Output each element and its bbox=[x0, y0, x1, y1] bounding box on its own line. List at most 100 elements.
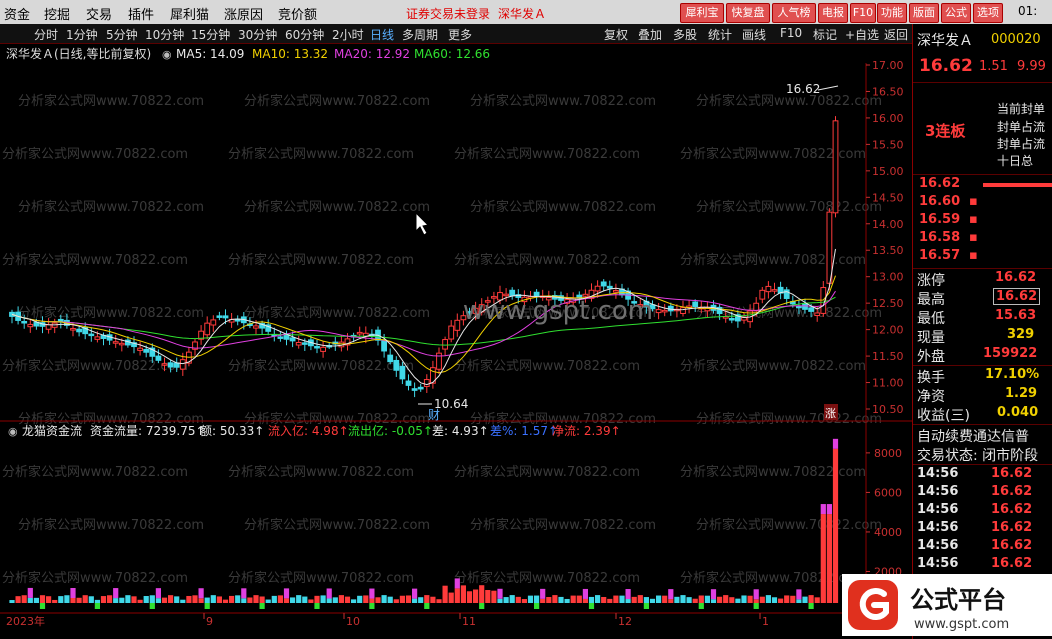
period-60min[interactable]: 60分钟 bbox=[285, 26, 324, 43]
mark-button[interactable]: 标记 bbox=[813, 26, 837, 43]
statistics-button[interactable]: 统计 bbox=[708, 26, 732, 43]
flow-bar-neg bbox=[259, 603, 265, 609]
sub-collapse-icon: ◉ bbox=[8, 425, 18, 438]
draw-line-button[interactable]: 画线 bbox=[742, 26, 766, 43]
flow-bar-neg bbox=[808, 603, 814, 609]
f10-top-button[interactable]: F10 bbox=[850, 3, 876, 23]
info-line-2: 封单占流 bbox=[997, 120, 1046, 134]
watermark-text: 分析家公式网www.70822.com bbox=[470, 199, 656, 215]
flow-bar bbox=[241, 598, 247, 603]
overlay-button[interactable]: 叠加 bbox=[638, 26, 662, 43]
options-button[interactable]: 选项 bbox=[973, 3, 1003, 23]
flow-bar bbox=[247, 597, 253, 603]
flow-bar-cap bbox=[820, 504, 826, 515]
period-15min[interactable]: 15分钟 bbox=[191, 26, 230, 43]
clock: 01: bbox=[1018, 4, 1038, 18]
candle-body bbox=[771, 289, 778, 292]
f10-button[interactable]: F10 bbox=[780, 26, 802, 40]
flow-bar bbox=[625, 599, 631, 603]
flow-tick-label: 4000 bbox=[874, 526, 902, 539]
watermark-text: 分析家公式网www.70822.com bbox=[228, 464, 414, 480]
flow-bar bbox=[662, 595, 668, 603]
flow-bar bbox=[430, 596, 436, 603]
flow-bar bbox=[814, 597, 820, 603]
flow-bar bbox=[796, 599, 802, 603]
candle-body bbox=[253, 325, 259, 329]
candle-body bbox=[179, 359, 186, 370]
flow-bar bbox=[637, 595, 643, 603]
order-vol: ▪ bbox=[969, 248, 978, 263]
flow-tick-label: 8000 bbox=[874, 447, 902, 460]
flow-bar bbox=[540, 598, 546, 603]
menu-mining[interactable]: 挖掘 bbox=[44, 4, 70, 23]
flow-bar bbox=[198, 598, 204, 603]
candle-body bbox=[832, 120, 839, 214]
menu-trade[interactable]: 交易 bbox=[86, 4, 112, 23]
period-10min[interactable]: 10分钟 bbox=[145, 26, 184, 43]
period-1min[interactable]: 1分钟 bbox=[66, 26, 98, 43]
formula-button[interactable]: 公式 bbox=[941, 3, 971, 23]
period-2hour[interactable]: 2小时 bbox=[332, 26, 364, 43]
kline-chart[interactable]: 分析家公式网www.70822.com 分析家公式网www.70822.com 分析… bbox=[0, 43, 912, 639]
watermark-text: 分析家公式网www.70822.com bbox=[470, 93, 656, 109]
flow-bar bbox=[497, 598, 503, 603]
flow-bar bbox=[46, 596, 52, 603]
net-flow-value: 净流: 2.39↑ bbox=[552, 424, 621, 438]
period-5min[interactable]: 5分钟 bbox=[106, 26, 138, 43]
telegraph-button[interactable]: 电报 bbox=[818, 3, 848, 23]
flow-bar bbox=[137, 599, 143, 603]
period-timeshare[interactable]: 分时 bbox=[34, 26, 58, 43]
flow-bar-neg bbox=[643, 603, 649, 609]
stat-value: 0.040 bbox=[997, 405, 1039, 420]
watermark-text: 分析家公式网www.70822.com bbox=[454, 146, 640, 162]
menu-funds[interactable]: 资金 bbox=[4, 4, 30, 23]
stat-value: 16.62 bbox=[993, 288, 1041, 305]
period-multi[interactable]: 多周期 bbox=[402, 26, 438, 43]
inflow-value: 流入亿: 4.98↑ bbox=[268, 423, 349, 438]
candle-body bbox=[613, 290, 619, 293]
stock-name: 深华发Ａ bbox=[917, 33, 973, 49]
quick-review-button[interactable]: 快复盘 bbox=[726, 3, 770, 23]
period-daily[interactable]: 日线 bbox=[370, 26, 394, 43]
flow-bar bbox=[161, 597, 168, 603]
flow-bar bbox=[832, 448, 839, 603]
price-tick-label: 13.00 bbox=[872, 271, 904, 284]
tick-time: 14:56 bbox=[917, 466, 959, 481]
candle-body bbox=[600, 281, 607, 287]
multi-stock-button[interactable]: 多股 bbox=[673, 26, 697, 43]
function-button[interactable]: 功能 bbox=[877, 3, 907, 23]
candle-body bbox=[222, 315, 229, 319]
flow-bar bbox=[424, 595, 430, 603]
flow-bar bbox=[802, 596, 808, 603]
price-pct: 9.99 bbox=[1017, 59, 1046, 74]
menu-auction[interactable]: 竞价额 bbox=[278, 4, 317, 23]
popularity-button[interactable]: 人气榜 bbox=[772, 3, 816, 23]
flow-bar bbox=[33, 597, 39, 603]
menu-plugins[interactable]: 插件 bbox=[128, 4, 154, 23]
flow-bar bbox=[710, 599, 717, 603]
trade-login-notice[interactable]: 证券交易未登录 bbox=[406, 5, 490, 22]
candle-body bbox=[606, 285, 613, 289]
period-30min[interactable]: 30分钟 bbox=[238, 26, 277, 43]
layout-button[interactable]: 版面 bbox=[909, 3, 939, 23]
flow-bar bbox=[418, 597, 424, 603]
menu-xilimao[interactable]: 犀利猫 bbox=[170, 4, 209, 23]
candle-body bbox=[70, 328, 76, 331]
back-button[interactable]: 返回 bbox=[884, 26, 908, 43]
flow-bar bbox=[265, 599, 271, 603]
time-label-year: 2023年 bbox=[6, 614, 45, 628]
auto-renew-notice[interactable]: 自动续费通达信普 bbox=[917, 426, 1029, 446]
flow-bar-cap bbox=[283, 588, 290, 599]
xilibao-button[interactable]: 犀利宝 bbox=[680, 3, 724, 23]
price-tick-label: 17.00 bbox=[872, 59, 904, 72]
order-price: 16.60 bbox=[919, 194, 961, 209]
flow-bar bbox=[405, 595, 412, 603]
period-more[interactable]: 更多 bbox=[448, 26, 472, 43]
outflow-value: 流出亿: -0.05↑ bbox=[348, 423, 433, 438]
restore-rights-button[interactable]: 复权 bbox=[604, 26, 628, 43]
flow-bar bbox=[100, 596, 107, 603]
add-watchlist-button[interactable]: +自选 bbox=[845, 26, 879, 43]
menu-rise-reason[interactable]: 涨原因 bbox=[224, 4, 263, 23]
flow-bar bbox=[9, 600, 15, 603]
flow-bar bbox=[174, 596, 180, 603]
